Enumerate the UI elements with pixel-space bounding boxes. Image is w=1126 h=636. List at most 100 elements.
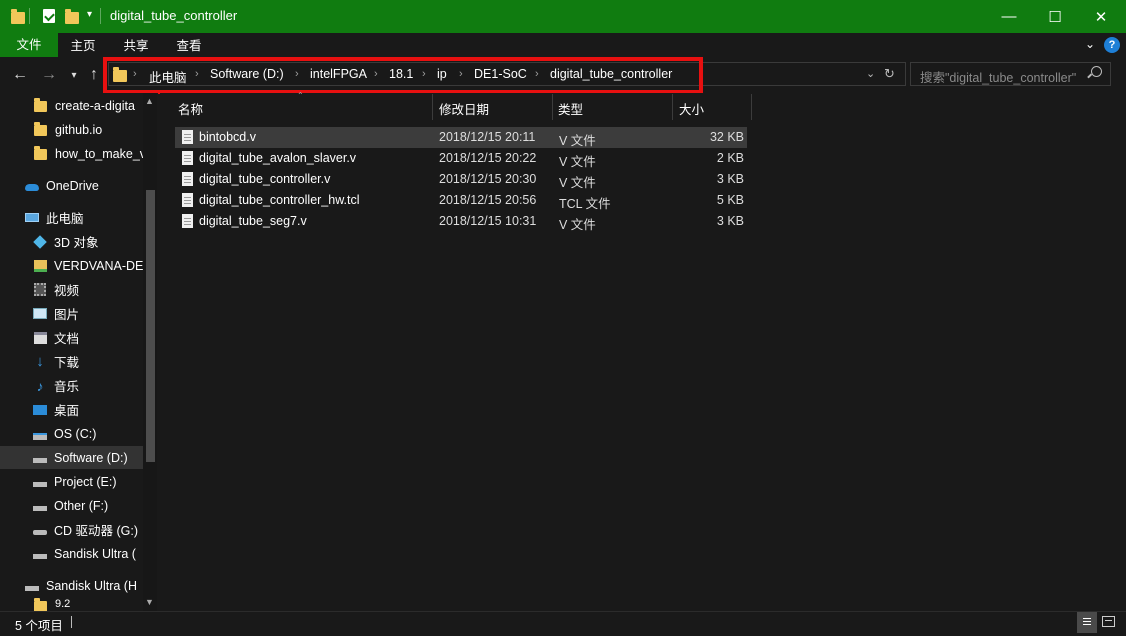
nav-item-sandisk-ultra-h[interactable]: Sandisk Ultra (H xyxy=(0,574,143,597)
new-folder-icon[interactable] xyxy=(65,9,79,24)
recent-locations-button[interactable]: ▾ xyxy=(63,65,85,85)
tab-file[interactable]: 文件 xyxy=(0,33,58,57)
desktop-icon xyxy=(32,403,48,417)
scroll-down-icon[interactable]: ▼ xyxy=(145,597,154,607)
file-size: 32 KB xyxy=(709,130,744,144)
file-size: 2 KB xyxy=(716,151,744,165)
nav-item-music[interactable]: ♪ 音乐 xyxy=(0,374,143,397)
nav-item-this-pc[interactable]: 此电脑 xyxy=(0,206,143,229)
divider xyxy=(100,8,101,24)
large-icons-view-icon xyxy=(1105,620,1112,621)
tab-share[interactable]: 共享 xyxy=(123,36,149,57)
customize-toolbar-icon[interactable]: ▾ xyxy=(87,9,92,20)
navigation-pane: create-a-digita github.io how_to_make_v … xyxy=(0,93,158,611)
details-view-icon xyxy=(1083,618,1091,619)
chevron-down-icon: ▾ xyxy=(71,69,77,81)
video-icon xyxy=(32,283,48,297)
refresh-icon[interactable]: ↻ xyxy=(884,66,895,82)
status-bar xyxy=(0,611,1126,636)
chevron-down-icon[interactable]: ⌄ xyxy=(866,67,875,80)
back-button[interactable]: ← xyxy=(9,65,31,85)
table-row[interactable]: digital_tube_avalon_slaver.v 2018/12/15 … xyxy=(175,148,747,169)
nav-item-os-c[interactable]: OS (C:) xyxy=(0,422,143,445)
nav-item-sandisk-ultra[interactable]: Sandisk Ultra ( xyxy=(0,542,143,565)
file-icon xyxy=(182,130,193,144)
nav-item-pictures[interactable]: 图片 xyxy=(0,302,143,325)
file-date: 2018/12/15 20:11 xyxy=(439,130,536,144)
scrollbar-thumb[interactable] xyxy=(146,190,155,462)
minimize-icon: — xyxy=(1001,8,1017,25)
file-type: V 文件 xyxy=(559,176,596,190)
file-name: bintobcd.v xyxy=(199,130,256,144)
network-folder-icon xyxy=(32,259,48,273)
properties-icon[interactable] xyxy=(43,9,55,23)
nav-item-how-to-make[interactable]: how_to_make_v xyxy=(0,142,143,165)
column-header-name[interactable]: 名称 xyxy=(178,99,203,118)
pictures-icon xyxy=(32,307,48,321)
table-row[interactable]: digital_tube_controller.v 2018/12/15 20:… xyxy=(175,169,747,190)
drive-icon xyxy=(32,475,48,489)
divider xyxy=(29,8,30,24)
drive-icon xyxy=(24,579,40,593)
column-header-date[interactable]: 修改日期 xyxy=(439,99,489,118)
table-row[interactable]: digital_tube_controller_hw.tcl 2018/12/1… xyxy=(175,190,747,211)
column-divider[interactable] xyxy=(552,94,553,120)
tab-view[interactable]: 查看 xyxy=(176,36,202,57)
file-date: 2018/12/15 10:31 xyxy=(439,214,537,228)
nav-item-3d-objects[interactable]: 3D 对象 xyxy=(0,230,143,253)
file-type: V 文件 xyxy=(559,134,596,148)
table-row[interactable]: bintobcd.v 2018/12/15 20:11 V 文件 32 KB xyxy=(175,127,747,148)
column-divider[interactable] xyxy=(751,94,752,120)
minimize-button[interactable]: — xyxy=(986,0,1032,33)
nav-item-9-2[interactable]: 9.2 xyxy=(0,598,143,611)
scroll-up-icon[interactable]: ▲ xyxy=(145,96,154,106)
nav-item-documents[interactable]: 文档 xyxy=(0,326,143,349)
file-icon xyxy=(182,151,193,165)
up-button[interactable]: ↑ xyxy=(83,65,105,85)
chevron-down-icon[interactable]: ⌄ xyxy=(1085,37,1095,51)
close-icon: ✕ xyxy=(1094,8,1108,26)
table-row[interactable]: digital_tube_seg7.v 2018/12/15 10:31 V 文… xyxy=(175,211,747,232)
forward-button[interactable]: → xyxy=(38,65,60,85)
nav-item-cd-drive-g[interactable]: CD 驱动器 (G:) xyxy=(0,518,143,541)
arrow-up-icon: ↑ xyxy=(90,66,98,83)
drive-icon xyxy=(32,427,48,441)
close-button[interactable]: ✕ xyxy=(1078,0,1124,33)
folder-icon xyxy=(33,598,49,611)
tab-home[interactable]: 主页 xyxy=(70,36,96,57)
folder-icon xyxy=(11,9,25,24)
help-icon[interactable]: ? xyxy=(1104,37,1120,53)
column-header-size[interactable]: 大小 xyxy=(679,99,704,118)
nav-item-verdvana[interactable]: VERDVANA-DE xyxy=(0,254,143,277)
large-icons-view-button[interactable] xyxy=(1102,616,1115,627)
search-icon[interactable] xyxy=(1087,66,1102,79)
nav-item-downloads[interactable]: ↓ 下载 xyxy=(0,350,143,373)
item-count: 5 个项目 xyxy=(15,619,63,633)
column-divider[interactable] xyxy=(432,94,433,120)
window-title: digital_tube_controller xyxy=(110,8,238,23)
file-name: digital_tube_controller_hw.tcl xyxy=(199,193,360,207)
maximize-icon: ☐ xyxy=(1048,8,1062,26)
nav-item-create-a-digita[interactable]: create-a-digita xyxy=(0,94,143,117)
nav-item-videos[interactable]: 视频 xyxy=(0,278,143,301)
file-size: 3 KB xyxy=(716,172,744,186)
nav-item-desktop[interactable]: 桌面 xyxy=(0,398,143,421)
divider xyxy=(71,616,72,628)
music-icon: ♪ xyxy=(36,377,44,394)
folder-icon xyxy=(33,145,49,161)
column-header-type[interactable]: 类型 xyxy=(558,99,583,118)
maximize-button[interactable]: ☐ xyxy=(1032,0,1078,33)
nav-item-software-d[interactable]: Software (D:) xyxy=(0,446,143,469)
nav-item-github-io[interactable]: github.io xyxy=(0,118,143,141)
file-icon xyxy=(182,214,193,228)
details-view-button[interactable] xyxy=(1077,612,1097,633)
nav-item-project-e[interactable]: Project (E:) xyxy=(0,470,143,493)
search-placeholder: 搜索"digital_tube_controller" xyxy=(920,71,1077,85)
nav-item-onedrive[interactable]: OneDrive xyxy=(0,174,143,197)
file-size: 5 KB xyxy=(716,193,744,207)
file-type: TCL 文件 xyxy=(559,197,611,211)
column-divider[interactable] xyxy=(672,94,673,120)
nav-item-other-f[interactable]: Other (F:) xyxy=(0,494,143,517)
drive-icon xyxy=(32,451,48,465)
cd-drive-icon xyxy=(32,523,48,537)
